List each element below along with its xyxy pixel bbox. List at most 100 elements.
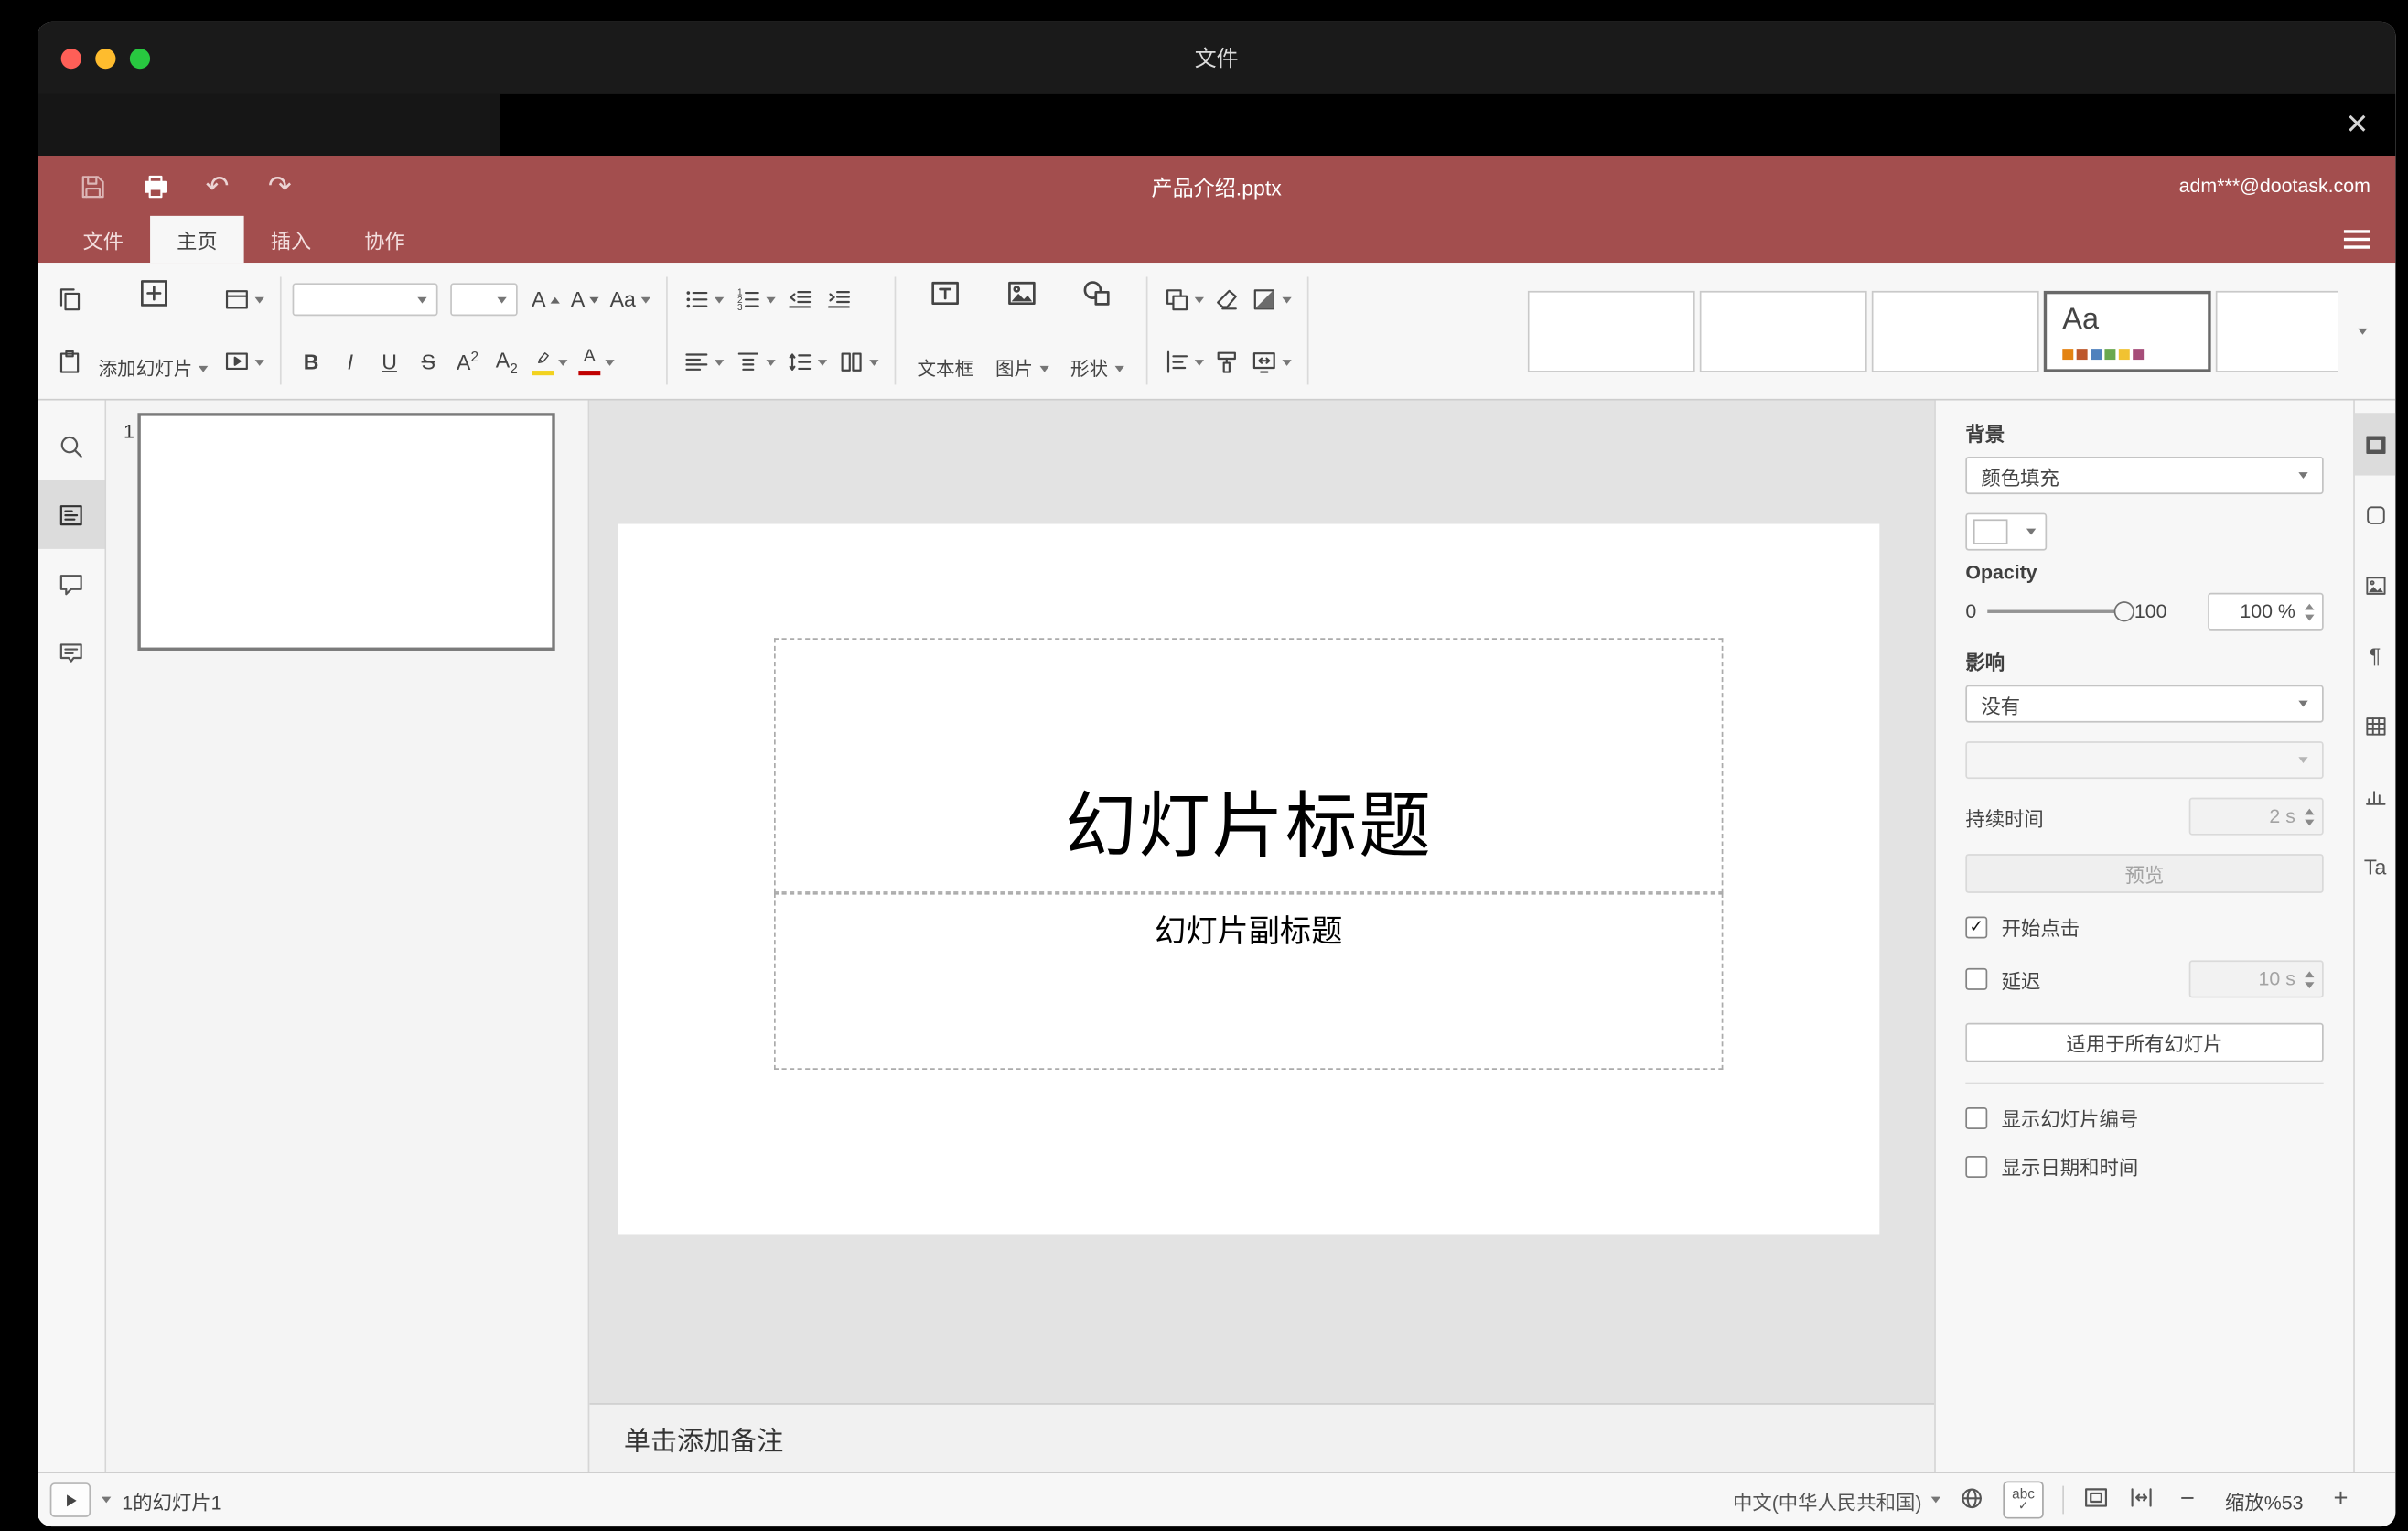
- comments-button[interactable]: [38, 549, 104, 618]
- columns-button[interactable]: [833, 341, 883, 383]
- subscript-button[interactable]: A2: [488, 341, 525, 383]
- delay-spinner[interactable]: 10 s: [2188, 960, 2324, 998]
- image-settings-button[interactable]: [2355, 554, 2395, 616]
- undo-icon[interactable]: ↶: [197, 166, 237, 206]
- theme-gallery-expand-button[interactable]: [2342, 290, 2382, 372]
- start-on-click-checkbox[interactable]: ✓: [1965, 915, 1988, 938]
- close-window-button[interactable]: [60, 48, 81, 69]
- effect-select[interactable]: 没有: [1965, 685, 2324, 723]
- save-button[interactable]: [72, 166, 113, 206]
- arrow-down-icon[interactable]: [2305, 613, 2315, 620]
- strikethrough-button[interactable]: S: [410, 341, 447, 383]
- decrease-font-button[interactable]: A: [566, 278, 604, 320]
- tab-home[interactable]: 主页: [150, 215, 244, 264]
- font-name-combo[interactable]: [292, 283, 438, 317]
- duration-spinner[interactable]: 2 s: [2188, 797, 2324, 836]
- change-layout-button[interactable]: [219, 278, 269, 320]
- slide-settings-button[interactable]: [2354, 413, 2396, 476]
- insert-image-button[interactable]: 图片: [984, 271, 1059, 392]
- superscript-button[interactable]: A2: [449, 341, 487, 383]
- zoom-out-button[interactable]: −: [2174, 1486, 2202, 1515]
- theme-tile[interactable]: [1871, 290, 2039, 372]
- spellcheck-button[interactable]: abc ✓: [2003, 1481, 2044, 1519]
- apply-to-all-slides-button[interactable]: 适用于所有幻灯片: [1965, 1022, 2324, 1062]
- horizontal-align-button[interactable]: [678, 341, 728, 383]
- menu-icon[interactable]: [2343, 230, 2370, 249]
- increase-indent-button[interactable]: [821, 278, 858, 320]
- theme-tile[interactable]: [2215, 290, 2338, 372]
- tab-insert[interactable]: 插入: [244, 216, 339, 263]
- textart-settings-button[interactable]: Ta: [2355, 836, 2395, 898]
- vertical-align-button[interactable]: [729, 341, 779, 383]
- start-slideshow-statusbar-button[interactable]: [49, 1482, 91, 1517]
- clear-style-button[interactable]: [1208, 278, 1245, 320]
- paste-button[interactable]: [50, 341, 88, 383]
- search-button[interactable]: [38, 411, 104, 480]
- start-slideshow-button[interactable]: [219, 341, 269, 383]
- title-placeholder[interactable]: 幻灯片标题: [773, 638, 1724, 893]
- add-slide-button[interactable]: 添加幻灯片: [88, 271, 220, 392]
- slide-canvas-area[interactable]: 幻灯片标题 幻灯片副标题: [589, 401, 1934, 1404]
- minimize-window-button[interactable]: [95, 48, 116, 69]
- copy-button[interactable]: [50, 278, 88, 320]
- spinner-arrows[interactable]: [2305, 807, 2315, 825]
- zoom-window-button[interactable]: [129, 48, 151, 69]
- show-date-time-checkbox[interactable]: [1965, 1155, 1988, 1178]
- paragraph-settings-button[interactable]: ¶: [2355, 624, 2395, 686]
- arrow-up-icon[interactable]: [2305, 602, 2315, 609]
- increase-font-button[interactable]: A: [527, 278, 564, 320]
- insert-shape-button[interactable]: 形状: [1059, 271, 1134, 392]
- chat-button[interactable]: [38, 618, 104, 686]
- theme-tile-selected[interactable]: Aa: [2043, 290, 2211, 372]
- show-slide-number-checkbox[interactable]: [1965, 1106, 1988, 1129]
- insert-textbox-button[interactable]: 文本框: [907, 271, 984, 392]
- print-button[interactable]: [134, 166, 175, 206]
- font-size-combo[interactable]: [450, 283, 518, 317]
- slide-thumbnail[interactable]: [137, 413, 555, 651]
- line-spacing-button[interactable]: [781, 341, 832, 383]
- spinner-arrows[interactable]: [2305, 970, 2315, 988]
- spinner-arrows[interactable]: [2305, 602, 2315, 620]
- preview-button[interactable]: 预览: [1965, 854, 2324, 893]
- arrow-down-icon[interactable]: [2305, 981, 2315, 988]
- arrow-down-icon[interactable]: [2305, 818, 2315, 825]
- close-icon[interactable]: ✕: [2345, 109, 2369, 142]
- tab-file[interactable]: 文件: [57, 216, 151, 263]
- slide-size-button[interactable]: [1245, 341, 1295, 383]
- change-case-button[interactable]: Aa: [605, 278, 654, 320]
- zoom-in-button[interactable]: +: [2327, 1486, 2355, 1515]
- effect-type-select[interactable]: [1965, 741, 2324, 780]
- chart-settings-button[interactable]: [2355, 765, 2395, 827]
- theme-tile[interactable]: [1527, 290, 1695, 372]
- subtitle-placeholder[interactable]: 幻灯片副标题: [773, 892, 1724, 1071]
- arrange-shape-button[interactable]: [1158, 278, 1209, 320]
- fill-type-select[interactable]: 颜色填充: [1965, 457, 2324, 495]
- tab-collaboration[interactable]: 协作: [338, 216, 432, 263]
- bold-button[interactable]: B: [293, 341, 330, 383]
- delay-checkbox[interactable]: [1965, 967, 1988, 990]
- bullets-button[interactable]: [678, 278, 728, 320]
- numbering-button[interactable]: 123: [729, 278, 779, 320]
- highlight-color-button[interactable]: [527, 341, 573, 383]
- redo-icon[interactable]: ↷: [260, 166, 300, 206]
- fill-color-select[interactable]: [1965, 512, 2048, 551]
- arrow-up-icon[interactable]: [2305, 970, 2315, 977]
- slider-knob[interactable]: [2113, 601, 2134, 622]
- arrow-up-icon[interactable]: [2305, 807, 2315, 814]
- underline-button[interactable]: U: [371, 341, 408, 383]
- notes-area[interactable]: 单击添加备注: [589, 1403, 1935, 1472]
- opacity-slider[interactable]: [1987, 601, 2134, 622]
- set-language-button[interactable]: [1959, 1485, 1983, 1515]
- table-settings-button[interactable]: [2355, 695, 2395, 757]
- slides-panel-button[interactable]: [38, 480, 105, 549]
- color-scheme-button[interactable]: [1245, 278, 1295, 320]
- theme-tile[interactable]: [1699, 290, 1867, 372]
- copy-style-button[interactable]: [1208, 341, 1245, 383]
- chevron-down-icon[interactable]: [102, 1496, 112, 1504]
- font-color-button[interactable]: A: [574, 341, 619, 383]
- fit-to-slide-button[interactable]: [2083, 1484, 2110, 1515]
- decrease-indent-button[interactable]: [781, 278, 819, 320]
- slide[interactable]: 幻灯片标题 幻灯片副标题: [618, 523, 1880, 1235]
- language-selector[interactable]: 中文(中华人民共和国): [1733, 1485, 1940, 1515]
- italic-button[interactable]: I: [331, 341, 369, 383]
